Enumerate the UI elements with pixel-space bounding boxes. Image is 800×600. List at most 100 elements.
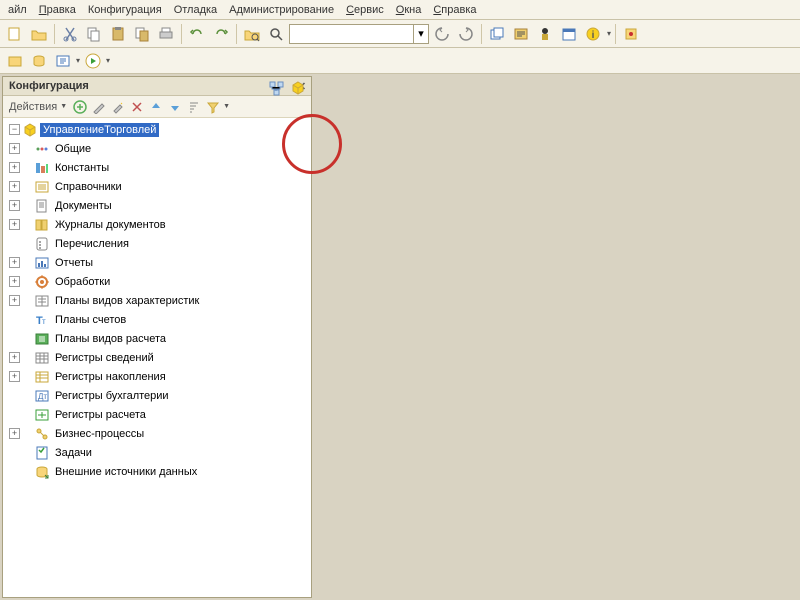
expand-icon[interactable] xyxy=(9,238,20,249)
copy-special-button[interactable] xyxy=(131,23,153,45)
tree-item-enums[interactable]: Перечисления xyxy=(5,234,309,253)
copy-button[interactable] xyxy=(83,23,105,45)
tree-root[interactable]: − УправлениеТорговлей xyxy=(5,120,309,139)
panel-header: Конфигурация ✕ xyxy=(3,77,311,96)
sort-button[interactable] xyxy=(185,98,203,116)
tree-item-label: Внешние источники данных xyxy=(52,465,200,479)
tree-item-dots[interactable]: +Общие xyxy=(5,139,309,158)
expand-icon[interactable]: + xyxy=(9,219,20,230)
move-down-button[interactable] xyxy=(166,98,184,116)
dropdown-icon[interactable]: ▾ xyxy=(606,29,611,38)
syntax-assistant-button[interactable] xyxy=(534,23,556,45)
expand-icon[interactable] xyxy=(9,333,20,344)
expand-icon[interactable]: + xyxy=(9,352,20,363)
configuration-tree[interactable]: − УправлениеТорговлей +Общие+Константы+С… xyxy=(3,118,311,597)
expand-icon[interactable] xyxy=(9,409,20,420)
debug-config-button[interactable] xyxy=(620,23,642,45)
tree-item-constants[interactable]: +Константы xyxy=(5,158,309,177)
expand-icon[interactable]: + xyxy=(9,295,20,306)
edit-button[interactable] xyxy=(90,98,108,116)
tree-item-processing[interactable]: +Обработки xyxy=(5,272,309,291)
paste-button[interactable] xyxy=(107,23,129,45)
expand-icon[interactable]: + xyxy=(9,143,20,154)
processing-icon xyxy=(34,274,50,290)
expand-icon[interactable]: + xyxy=(9,162,20,173)
tree-item-external[interactable]: Внешние источники данных xyxy=(5,462,309,481)
tree-item-calcreg[interactable]: Регистры расчета xyxy=(5,405,309,424)
documents-icon xyxy=(34,198,50,214)
collapse-icon[interactable]: − xyxy=(9,124,20,135)
find-folder-button[interactable] xyxy=(241,23,263,45)
tree-item-bprocess[interactable]: + Бизнес-процессы xyxy=(5,424,309,443)
tree-item-chartypes[interactable]: + Планы видов характеристик xyxy=(5,291,309,310)
expand-icon[interactable]: + xyxy=(9,371,20,382)
menu-debug[interactable]: Отладка xyxy=(168,2,223,18)
accounts-icon: Tт xyxy=(34,312,50,328)
dropdown-icon[interactable]: ▼ xyxy=(223,103,233,110)
tree-item-reports[interactable]: +Отчеты xyxy=(5,253,309,272)
tree-item-accreg[interactable]: ДтРегистры бухгалтерии xyxy=(5,386,309,405)
menu-windows[interactable]: Окна xyxy=(390,2,428,18)
tree-item-documents[interactable]: +Документы xyxy=(5,196,309,215)
tree-item-inforeg[interactable]: +Регистры сведений xyxy=(5,348,309,367)
tree-item-accounts[interactable]: TтПланы счетов xyxy=(5,310,309,329)
tree-item-accumreg[interactable]: +Регистры накопления xyxy=(5,367,309,386)
dropdown-icon[interactable]: ▾ xyxy=(413,25,428,43)
separator xyxy=(236,24,237,44)
actions-menu[interactable]: Действия xyxy=(7,101,59,113)
delete-button[interactable] xyxy=(128,98,146,116)
menu-help[interactable]: Справка xyxy=(427,2,482,18)
tree-item-tasks[interactable]: Задачи xyxy=(5,443,309,462)
expand-icon[interactable]: + xyxy=(9,428,20,439)
calendar-button[interactable] xyxy=(558,23,580,45)
sql-console-button[interactable] xyxy=(510,23,532,45)
wizard-button[interactable] xyxy=(109,98,127,116)
tree-item-label: Перечисления xyxy=(52,237,132,251)
dropdown-icon[interactable]: ▼ xyxy=(60,103,70,110)
dropdown-icon[interactable]: ▾ xyxy=(76,56,80,65)
main-toolbar: ▾ i ▾ xyxy=(0,20,800,48)
dropdown-icon[interactable]: ▾ xyxy=(106,56,110,65)
menu-file[interactable]: айл xyxy=(2,2,33,18)
start-debug-button[interactable] xyxy=(82,50,104,72)
expand-icon[interactable]: + xyxy=(9,200,20,211)
nav-prev-button[interactable] xyxy=(431,23,453,45)
config-button[interactable] xyxy=(4,50,26,72)
nav-next-button[interactable] xyxy=(455,23,477,45)
expand-icon[interactable]: + xyxy=(9,276,20,287)
expand-icon[interactable] xyxy=(9,314,20,325)
find-button[interactable] xyxy=(265,23,287,45)
expand-icon[interactable] xyxy=(9,390,20,401)
tree-item-label: Бизнес-процессы xyxy=(52,427,147,441)
add-button[interactable] xyxy=(71,98,89,116)
open-folder-button[interactable] xyxy=(28,23,50,45)
tree-item-label: Планы счетов xyxy=(52,313,129,327)
update-db-button[interactable] xyxy=(28,50,50,72)
menubar: айл Правка Конфигурация Отладка Админист… xyxy=(0,0,800,20)
move-up-button[interactable] xyxy=(147,98,165,116)
compare-button[interactable] xyxy=(52,50,74,72)
expand-icon[interactable] xyxy=(9,466,20,477)
windows-button[interactable] xyxy=(486,23,508,45)
tree-item-label: Планы видов характеристик xyxy=(52,294,202,308)
help-button[interactable]: i xyxy=(582,23,604,45)
search-combo[interactable]: ▾ xyxy=(289,24,429,44)
filter-button[interactable] xyxy=(204,98,222,116)
secondary-toolbar: ▾ ▾ xyxy=(0,48,800,74)
tree-item-catalog[interactable]: +Справочники xyxy=(5,177,309,196)
separator xyxy=(54,24,55,44)
menu-administration[interactable]: Администрирование xyxy=(223,2,340,18)
expand-icon[interactable]: + xyxy=(9,181,20,192)
tree-item-journals[interactable]: +Журналы документов xyxy=(5,215,309,234)
print-button[interactable] xyxy=(155,23,177,45)
menu-configuration[interactable]: Конфигурация xyxy=(82,2,168,18)
menu-edit[interactable]: Правка xyxy=(33,2,82,18)
expand-icon[interactable] xyxy=(9,447,20,458)
redo-button[interactable] xyxy=(210,23,232,45)
new-file-button[interactable] xyxy=(4,23,26,45)
undo-button[interactable] xyxy=(186,23,208,45)
cut-button[interactable] xyxy=(59,23,81,45)
expand-icon[interactable]: + xyxy=(9,257,20,268)
tree-item-calctypes[interactable]: Планы видов расчета xyxy=(5,329,309,348)
menu-service[interactable]: Сервис xyxy=(340,2,390,18)
